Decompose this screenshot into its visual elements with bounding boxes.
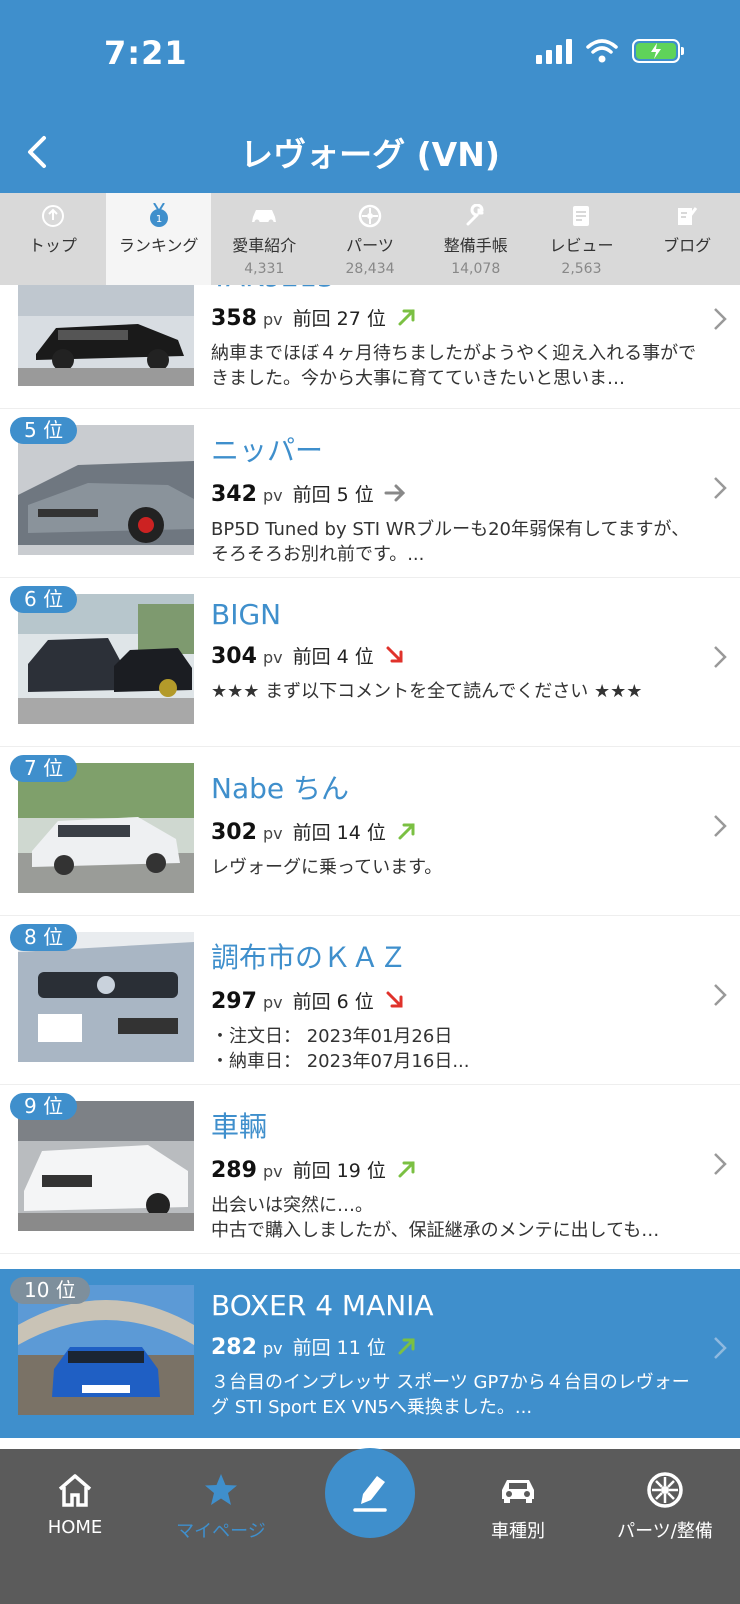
ranking-item[interactable]: 7 位 Nabe ちん 302 pv 前回 14 位 レヴォーグに乗っています。 bbox=[0, 747, 740, 916]
pv-count: 282 bbox=[211, 1335, 257, 1360]
comment: ・注文日： 2023年01月26日 ・納車日： 2023年07月16日... bbox=[211, 1026, 470, 1072]
status-icons bbox=[536, 38, 684, 64]
ranking-item[interactable]: 6 位 BIGN 304 pv 前回 4 位 ★★★ まず以下コメントを全て読ん… bbox=[0, 578, 740, 747]
review-icon bbox=[529, 203, 635, 229]
trend-up-icon bbox=[398, 1161, 415, 1178]
previous-rank: 前回 14 位 bbox=[292, 822, 386, 844]
comment: BP5D Tuned by STI WRブルーも20年弱保有してますが、そろそろ… bbox=[211, 519, 690, 565]
chevron-right-icon bbox=[714, 984, 727, 1006]
previous-rank: 前回 5 位 bbox=[292, 484, 374, 506]
tab-ranking[interactable]: 1 ランキング bbox=[105, 193, 212, 285]
nav-car-types[interactable]: 車種別 bbox=[443, 1467, 593, 1543]
rank-badge: 6 位 bbox=[10, 586, 78, 613]
comment: ★★★ まず以下コメントを全て読んでください ★★★ bbox=[211, 681, 643, 702]
category-tabs: トップ 1 ランキング 愛車紹介 4,331 パーツ 28,434 整備手帳 1… bbox=[0, 193, 740, 285]
ranking-item[interactable]: TAK9213 358 pv 前回 27 位 納車までほぼ４ヶ月待ちましたがよう… bbox=[0, 285, 740, 409]
user-name[interactable]: TAK9213 bbox=[211, 285, 701, 293]
previous-rank: 前回 19 位 bbox=[292, 1160, 386, 1182]
car-photo bbox=[18, 932, 194, 1062]
wheel-icon bbox=[317, 203, 423, 229]
trend-down-icon bbox=[386, 646, 403, 663]
car-photo bbox=[18, 285, 194, 386]
pv-count: 302 bbox=[211, 820, 257, 845]
top-icon bbox=[0, 203, 106, 229]
home-icon bbox=[0, 1467, 150, 1513]
car-photo bbox=[18, 1285, 194, 1415]
post-pen-button[interactable] bbox=[325, 1448, 415, 1538]
chevron-right-icon bbox=[714, 477, 727, 499]
status-time: 7:21 bbox=[104, 34, 188, 72]
previous-rank: 前回 6 位 bbox=[292, 991, 374, 1013]
comment: 出会いは突然に…。 中古で購入しましたが、保証継承のメンテに出しても… bbox=[211, 1195, 660, 1241]
tab-parts[interactable]: パーツ 28,434 bbox=[317, 193, 423, 285]
tab-car-intro[interactable]: 愛車紹介 4,331 bbox=[211, 193, 317, 285]
wifi-icon bbox=[586, 39, 618, 63]
car-icon bbox=[211, 203, 317, 229]
pv-count: 297 bbox=[211, 989, 257, 1014]
cellular-signal-icon bbox=[536, 38, 572, 64]
ranking-list: TAK9213 358 pv 前回 27 位 納車までほぼ４ヶ月待ちましたがよう… bbox=[0, 285, 740, 1449]
chevron-right-icon bbox=[714, 815, 727, 837]
chevron-right-icon bbox=[714, 1337, 727, 1359]
trend-up-icon bbox=[398, 823, 415, 840]
tab-top[interactable]: トップ bbox=[0, 193, 106, 285]
page-title: レヴォーグ (VN) bbox=[240, 135, 500, 174]
tab-blog[interactable]: ブログ bbox=[634, 193, 740, 285]
pv-count: 342 bbox=[211, 482, 257, 507]
tab-maintenance[interactable]: 整備手帳 14,078 bbox=[423, 193, 529, 285]
comment: 納車までほぼ４ヶ月待ちましたがようやく迎え入れる事ができました。今から大事に育て… bbox=[211, 343, 697, 389]
svg-text:1: 1 bbox=[155, 214, 161, 225]
chevron-right-icon bbox=[714, 646, 727, 668]
wheel-icon bbox=[590, 1467, 740, 1513]
rank-badge: 8 位 bbox=[10, 924, 78, 951]
nav-home[interactable]: HOME bbox=[0, 1467, 150, 1538]
previous-rank: 前回 4 位 bbox=[292, 646, 374, 668]
previous-rank: 前回 11 位 bbox=[292, 1337, 386, 1359]
trend-down-icon bbox=[386, 991, 403, 1008]
app-header: 7:21 レヴォーグ (VN) bbox=[0, 0, 740, 193]
user-name[interactable]: BOXER 4 MANIA bbox=[211, 1289, 701, 1322]
car-photo bbox=[18, 763, 194, 893]
ranking-medal-icon: 1 bbox=[106, 203, 212, 229]
ranking-item[interactable]: 9 位 車輛 289 pv 前回 19 位 出会いは突然に…。 中古で購入しまし… bbox=[0, 1085, 740, 1254]
star-icon bbox=[146, 1467, 296, 1513]
tab-review[interactable]: レビュー 2,563 bbox=[529, 193, 635, 285]
rank-badge: 9 位 bbox=[10, 1093, 78, 1120]
pv-count: 304 bbox=[211, 644, 257, 669]
nav-mypage[interactable]: マイページ bbox=[146, 1467, 296, 1543]
chevron-right-icon bbox=[714, 308, 727, 330]
user-name[interactable]: ニッパー bbox=[211, 429, 701, 469]
car-photo bbox=[18, 1101, 194, 1231]
ranking-item[interactable]: 5 位 ニッパー 342 pv 前回 5 位 BP5D Tuned by STI… bbox=[0, 409, 740, 578]
car-icon bbox=[443, 1467, 593, 1513]
pv-count: 358 bbox=[211, 306, 257, 331]
previous-rank: 前回 27 位 bbox=[292, 308, 386, 330]
battery-icon bbox=[632, 39, 684, 63]
chevron-right-icon bbox=[714, 1153, 727, 1175]
user-name[interactable]: 車輛 bbox=[211, 1105, 701, 1145]
car-photo bbox=[18, 594, 194, 724]
pen-icon bbox=[353, 1476, 387, 1512]
trend-up-icon bbox=[398, 309, 415, 326]
rank-badge: 5 位 bbox=[10, 417, 78, 444]
car-photo bbox=[18, 425, 194, 555]
user-name[interactable]: 調布市のＫＡＺ bbox=[211, 936, 701, 976]
comment: レヴォーグに乗っています。 bbox=[211, 857, 443, 878]
wrench-icon bbox=[423, 203, 529, 229]
trend-up-icon bbox=[398, 1338, 415, 1355]
user-name[interactable]: BIGN bbox=[211, 598, 701, 631]
blog-pen-icon bbox=[634, 203, 740, 229]
rank-badge: 10 位 bbox=[10, 1277, 90, 1304]
rank-badge: 7 位 bbox=[10, 755, 78, 782]
ranking-item-own[interactable]: 10 位 BOXER 4 MANIA 282 pv 前回 11 位 ３台目のイン… bbox=[0, 1269, 740, 1438]
ranking-item[interactable]: 8 位 調布市のＫＡＺ 297 pv 前回 6 位 ・注文日： 2023年01月… bbox=[0, 916, 740, 1085]
user-name[interactable]: Nabe ちん bbox=[211, 767, 701, 807]
pv-count: 289 bbox=[211, 1158, 257, 1183]
comment: ３台目のインプレッサ スポーツ GP7から４台目のレヴォーグ STI Sport… bbox=[211, 1372, 690, 1418]
nav-parts-maintenance[interactable]: パーツ/整備 bbox=[590, 1467, 740, 1543]
trend-same-icon bbox=[384, 484, 405, 502]
